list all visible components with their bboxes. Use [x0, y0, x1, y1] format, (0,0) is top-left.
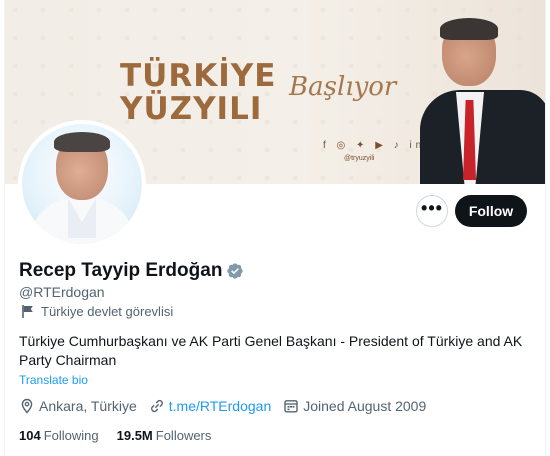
- location-item: Ankara, Türkiye: [19, 398, 137, 414]
- profile-handle: @RTErdogan: [19, 284, 105, 300]
- more-icon: •••: [421, 197, 443, 218]
- translate-bio-link[interactable]: Translate bio: [19, 373, 88, 387]
- follow-stats: 104 Following 19.5M Followers: [19, 428, 229, 443]
- following-stat[interactable]: 104 Following: [19, 428, 99, 443]
- affiliation-text: Türkiye devlet görevlisi: [41, 304, 174, 319]
- more-options-button[interactable]: •••: [416, 195, 448, 227]
- link-icon: [150, 399, 163, 413]
- flag-icon: [22, 305, 33, 318]
- profile-bio: Türkiye Cumhurbaşkanı ve AK Parti Genel …: [19, 333, 523, 368]
- banner-social-handle: @tryuzyili: [344, 155, 375, 162]
- website-link[interactable]: t.me/RTErdogan: [169, 398, 271, 414]
- joined-item: Joined August 2009: [283, 398, 426, 414]
- portrait-hair: [440, 18, 498, 40]
- website-item[interactable]: t.me/RTErdogan: [149, 398, 271, 414]
- profile-name-row: Recep Tayyip Erdoğan: [19, 260, 244, 282]
- joined-text: Joined August 2009: [303, 398, 427, 414]
- following-count: 104: [19, 428, 41, 443]
- banner-title: TÜRKİYE YÜZYILI: [120, 60, 276, 126]
- column-border-right: [545, 0, 546, 456]
- banner-portrait: [420, 18, 545, 184]
- avatar-hair: [54, 132, 110, 152]
- banner-script-text: Başlıyor: [289, 72, 397, 102]
- followers-count: 19.5M: [116, 428, 153, 443]
- verified-badge-icon[interactable]: [226, 262, 244, 280]
- location-text: Ankara, Türkiye: [39, 398, 137, 414]
- avatar[interactable]: [18, 120, 146, 248]
- location-icon: [21, 398, 33, 414]
- banner-title-line1: TÜRKİYE: [120, 58, 277, 94]
- banner-social-icons: f ◎ ✦ ▶ ♪ in: [323, 140, 426, 151]
- followers-stat[interactable]: 19.5M Followers: [117, 428, 212, 443]
- affiliation-label[interactable]: Türkiye devlet görevlisi: [22, 304, 173, 319]
- following-label: Following: [43, 428, 99, 443]
- profile-meta: Ankara, Türkiye t.me/RTErdogan Joined Au…: [19, 398, 438, 414]
- calendar-icon: [284, 400, 298, 413]
- followers-label: Followers: [155, 428, 212, 443]
- profile-name: Recep Tayyip Erdoğan: [19, 260, 223, 281]
- follow-button[interactable]: Follow: [455, 195, 527, 227]
- avatar-image: [22, 124, 142, 244]
- banner-title-line2: YÜZYILI: [120, 91, 263, 127]
